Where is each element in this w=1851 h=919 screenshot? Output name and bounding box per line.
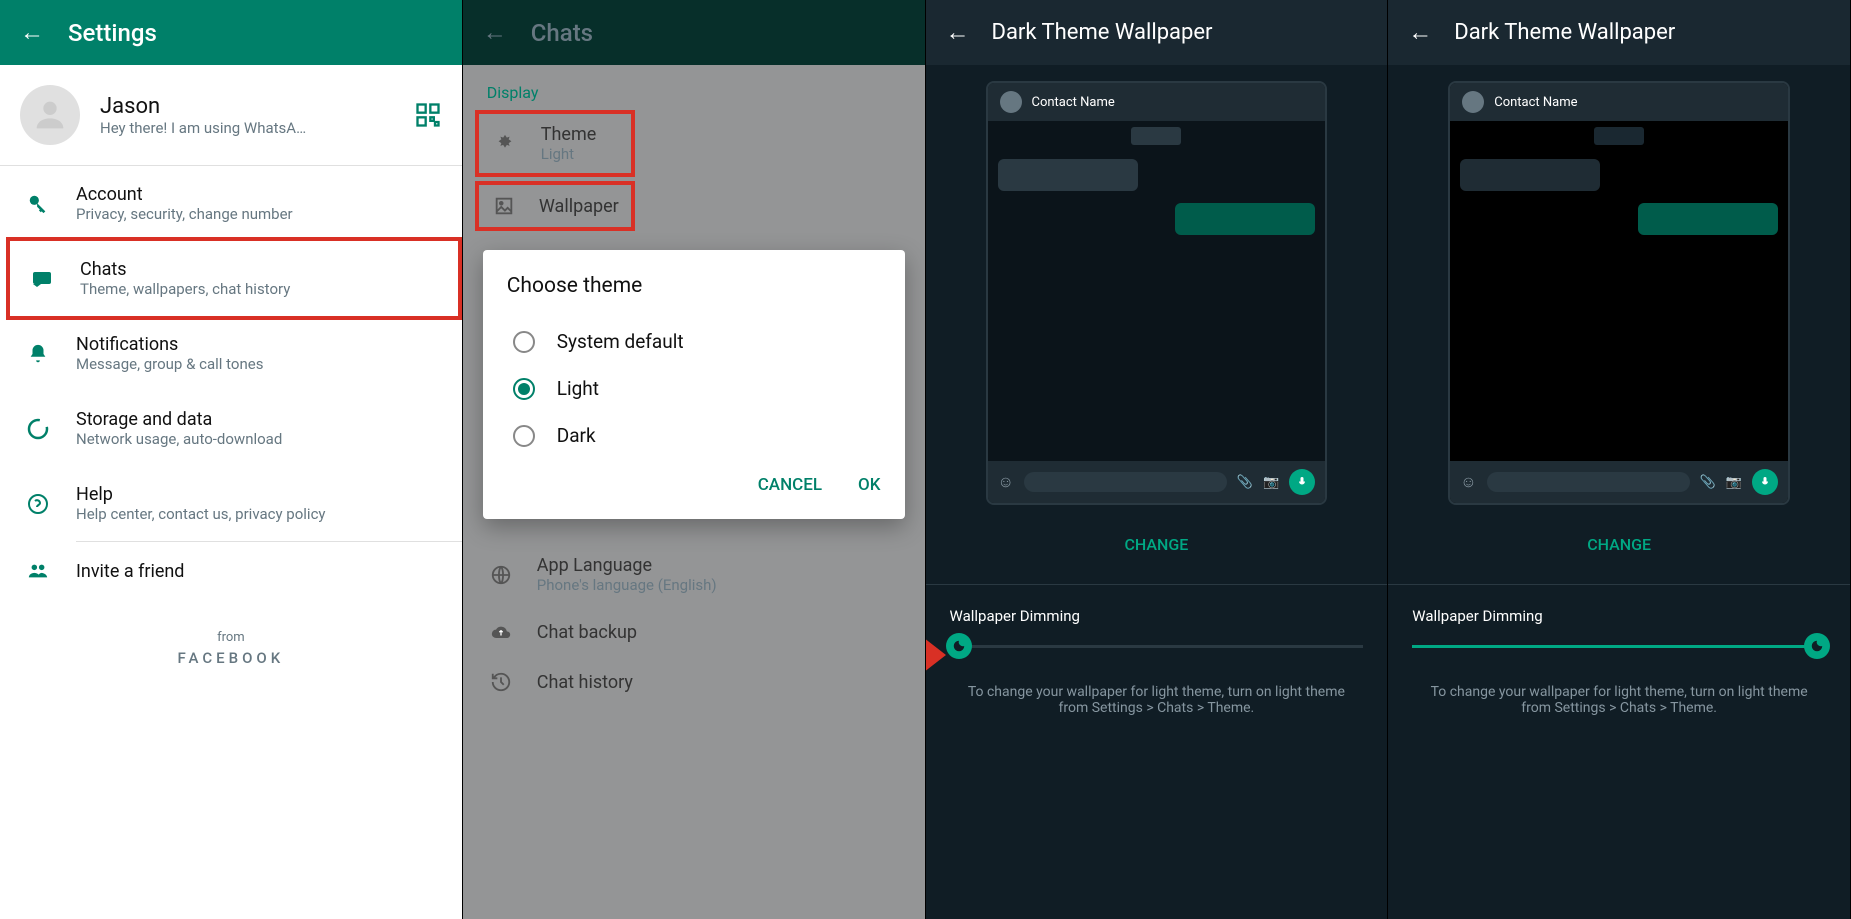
wallpaper-preview: Contact Name ☺ 📎 📷 [986, 81, 1328, 505]
profile-status: Hey there! I am using WhatsA… [100, 119, 306, 137]
wallpaper-title: Dark Theme Wallpaper [1454, 20, 1675, 45]
settings-panel: ← Settings Jason Hey there! I am using W… [0, 0, 463, 919]
profile-name: Jason [100, 94, 306, 119]
section-display: Display [463, 65, 925, 110]
dimming-slider[interactable] [1412, 645, 1826, 648]
chats-item-backup[interactable]: Chat backup [463, 608, 925, 657]
chats-item-language[interactable]: App LanguagePhone's language (English) [463, 541, 925, 608]
key-icon [24, 193, 52, 215]
wallpaper-highlight: Wallpaper [475, 181, 635, 231]
back-icon[interactable]: ← [946, 18, 970, 47]
settings-item-account[interactable]: AccountPrivacy, security, change number [0, 166, 462, 241]
brightness-icon [491, 133, 519, 155]
radio-icon [513, 378, 535, 400]
preview-avatar [1000, 91, 1022, 113]
data-icon [24, 417, 52, 441]
people-icon [24, 560, 52, 582]
settings-item-storage[interactable]: Storage and dataNetwork usage, auto-down… [0, 391, 462, 466]
qr-icon[interactable] [414, 101, 442, 129]
chats-header: ← Chats [463, 0, 925, 65]
preview-bubble-out [1175, 203, 1315, 235]
ok-button[interactable]: OK [858, 475, 880, 495]
attach-icon: 📎 [1700, 475, 1716, 490]
dimming-hint: To change your wallpaper for light theme… [950, 684, 1364, 716]
help-icon [24, 492, 52, 516]
preview-notch [1131, 127, 1181, 145]
history-icon [487, 671, 515, 693]
preview-contact-name: Contact Name [1494, 95, 1577, 110]
camera-icon: 📷 [1726, 475, 1742, 490]
mic-icon [1289, 469, 1315, 495]
settings-item-notifications[interactable]: NotificationsMessage, group & call tones [0, 316, 462, 391]
chats-item-history[interactable]: Chat history [463, 657, 925, 707]
radio-dark[interactable]: Dark [507, 412, 881, 459]
globe-icon [487, 564, 515, 586]
theme-highlight: ThemeLight [475, 110, 635, 177]
avatar [20, 85, 80, 145]
wallpaper-panel-full-dim: ← Dark Theme Wallpaper Contact Name ☺ 📎 … [1388, 0, 1851, 919]
preview-notch [1594, 127, 1644, 145]
wallpaper-header: ← Dark Theme Wallpaper [926, 0, 1388, 65]
chats-item-theme[interactable]: ThemeLight [479, 114, 631, 173]
back-icon[interactable]: ← [483, 18, 507, 47]
wallpaper-header: ← Dark Theme Wallpaper [1388, 0, 1850, 65]
preview-avatar [1462, 91, 1484, 113]
dialog-title: Choose theme [507, 274, 881, 298]
settings-header: ← Settings [0, 0, 462, 65]
profile-row[interactable]: Jason Hey there! I am using WhatsA… [0, 65, 462, 166]
camera-icon: 📷 [1263, 475, 1279, 490]
radio-light[interactable]: Light [507, 365, 881, 412]
preview-bubble-in [998, 159, 1138, 191]
preview-bubble-in [1460, 159, 1600, 191]
tutorial-arrow-icon [926, 620, 946, 690]
chats-item-wallpaper[interactable]: Wallpaper [479, 185, 631, 227]
emoji-icon: ☺ [998, 472, 1014, 492]
dimming-label: Wallpaper Dimming [950, 607, 1364, 625]
radio-icon [513, 331, 535, 353]
change-button[interactable]: CHANGE [1388, 535, 1850, 554]
emoji-icon: ☺ [1460, 472, 1476, 492]
mic-icon [1752, 469, 1778, 495]
theme-dialog: Choose theme System default Light Dark C… [483, 250, 905, 519]
dimming-label: Wallpaper Dimming [1412, 607, 1826, 625]
settings-item-invite[interactable]: Invite a friend [0, 542, 462, 600]
settings-title: Settings [68, 19, 157, 47]
wallpaper-preview: Contact Name ☺ 📎 📷 [1448, 81, 1790, 505]
cancel-button[interactable]: CANCEL [758, 475, 822, 495]
back-icon[interactable]: ← [1408, 18, 1432, 47]
dimming-hint: To change your wallpaper for light theme… [1412, 684, 1826, 716]
wallpaper-title: Dark Theme Wallpaper [992, 20, 1213, 45]
cloud-icon [487, 623, 515, 643]
change-button[interactable]: CHANGE [926, 535, 1388, 554]
bell-icon [24, 343, 52, 365]
footer: from FACEBOOK [0, 630, 462, 667]
dimming-slider[interactable] [950, 645, 1364, 648]
settings-item-chats[interactable]: ChatsTheme, wallpapers, chat history [6, 237, 462, 320]
preview-input [1487, 472, 1690, 492]
radio-icon [513, 425, 535, 447]
wallpaper-icon [491, 195, 517, 217]
preview-input [1024, 472, 1227, 492]
preview-contact-name: Contact Name [1032, 95, 1115, 110]
chat-icon [28, 267, 56, 291]
preview-bubble-out [1638, 203, 1778, 235]
attach-icon: 📎 [1237, 475, 1253, 490]
chats-panel: ← Chats Display ThemeLight Wallpaper App… [463, 0, 926, 919]
chats-title: Chats [531, 19, 593, 47]
slider-thumb[interactable] [946, 633, 972, 659]
wallpaper-panel-low-dim: ← Dark Theme Wallpaper Contact Name ☺ 📎 … [926, 0, 1389, 919]
radio-system-default[interactable]: System default [507, 318, 881, 365]
back-icon[interactable]: ← [20, 18, 44, 47]
settings-item-help[interactable]: HelpHelp center, contact us, privacy pol… [0, 466, 462, 541]
slider-thumb[interactable] [1804, 633, 1830, 659]
